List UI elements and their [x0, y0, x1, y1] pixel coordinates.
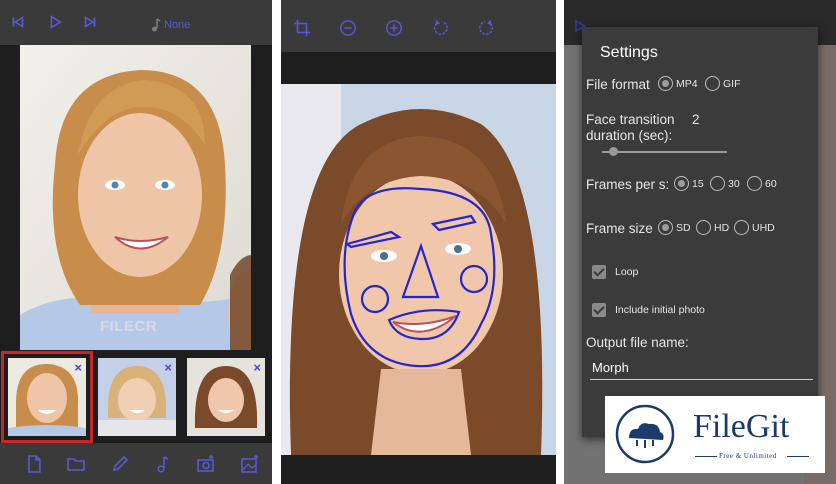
frame-size-label: Frame size [586, 221, 653, 236]
music-note-icon [152, 18, 161, 32]
rotate-right-icon[interactable] [477, 18, 497, 38]
remove-photo-icon[interactable]: × [74, 360, 82, 375]
pencil-icon[interactable] [110, 454, 130, 474]
tagline-rule-right [787, 456, 809, 457]
rotate-left-icon[interactable] [430, 18, 450, 38]
new-file-icon[interactable] [24, 454, 44, 474]
checkbox[interactable] [592, 265, 606, 279]
file-format-label: File format [586, 77, 650, 92]
zoom-in-icon[interactable] [384, 18, 404, 38]
music-selector[interactable]: None [150, 18, 190, 32]
radio-button[interactable] [658, 76, 673, 91]
edit-toolbar [281, 0, 556, 52]
add-image-icon[interactable] [240, 454, 260, 474]
frame-size-option-sd[interactable]: SD [658, 220, 691, 235]
morph-editor-panel: None FILECR × × × [0, 0, 272, 484]
girl-photo-with-face-markers [281, 84, 556, 455]
music-label: None [164, 19, 191, 31]
crop-icon[interactable] [292, 18, 312, 38]
tagline-rule-left [695, 456, 717, 457]
filegit-tagline: Free & Unlimited [719, 452, 777, 460]
radio-button[interactable] [658, 220, 673, 235]
radio-button[interactable] [710, 176, 725, 191]
fps-option-15[interactable]: 15 [674, 176, 704, 191]
radio-button[interactable] [705, 76, 720, 91]
thumbnail-woman-selected[interactable]: × [1, 351, 93, 443]
checkbox[interactable] [592, 303, 606, 317]
transition-slider-track[interactable] [602, 151, 727, 153]
fps-label: Frames per s: [586, 177, 670, 192]
radio-button[interactable] [734, 220, 749, 235]
filegit-badge: FileGit Free & Unlimited [605, 396, 825, 473]
skip-back-icon[interactable] [8, 12, 28, 32]
output-file-name-input[interactable]: Morph [590, 360, 813, 380]
settings-dialog: Settings File format MP4 GIF Face transi… [582, 27, 818, 437]
fps-option-60[interactable]: 60 [747, 176, 777, 191]
folder-icon[interactable] [66, 454, 86, 474]
play-icon[interactable] [45, 12, 65, 32]
frame-size-option-uhd[interactable]: UHD [734, 220, 775, 235]
fps-option-30[interactable]: 30 [710, 176, 740, 191]
skip-forward-icon[interactable] [80, 12, 100, 32]
format-option-mp4[interactable]: MP4 [658, 76, 698, 91]
dialog-title: Settings [600, 44, 658, 61]
transition-duration-label: Face transition duration (sec): [586, 112, 675, 143]
transition-duration-value: 2 [692, 112, 700, 127]
zoom-out-icon[interactable] [338, 18, 358, 38]
radio-button[interactable] [747, 176, 762, 191]
transition-slider-thumb[interactable] [609, 147, 618, 156]
filegit-logo-icon [615, 404, 675, 464]
frame-size-option-hd[interactable]: HD [696, 220, 729, 235]
radio-button[interactable] [696, 220, 711, 235]
music-note-icon[interactable] [153, 454, 173, 474]
player-toolbar: None [0, 0, 272, 45]
remove-photo-icon[interactable]: × [164, 360, 172, 375]
main-photo-woman [20, 45, 251, 350]
loop-checkbox[interactable]: Loop [592, 265, 638, 279]
output-file-label: Output file name: [586, 335, 689, 350]
add-camera-icon[interactable] [196, 454, 216, 474]
remove-photo-icon[interactable]: × [253, 360, 261, 375]
face-marker-panel [281, 0, 556, 484]
radio-button[interactable] [674, 176, 689, 191]
thumbnail-child[interactable]: × [98, 358, 176, 436]
include-initial-photo-checkbox[interactable]: Include initial photo [592, 303, 705, 317]
bottom-toolbar [0, 443, 272, 484]
thumbnail-girl[interactable]: × [187, 358, 265, 436]
format-option-gif[interactable]: GIF [705, 76, 741, 91]
photo-thumbnail-strip: × × × [0, 350, 272, 443]
screenshot-collage: None FILECR × × × Settings File format M… [0, 0, 836, 484]
watermark-text: FILECR [100, 318, 158, 335]
filegit-name: FileGit [693, 408, 790, 445]
